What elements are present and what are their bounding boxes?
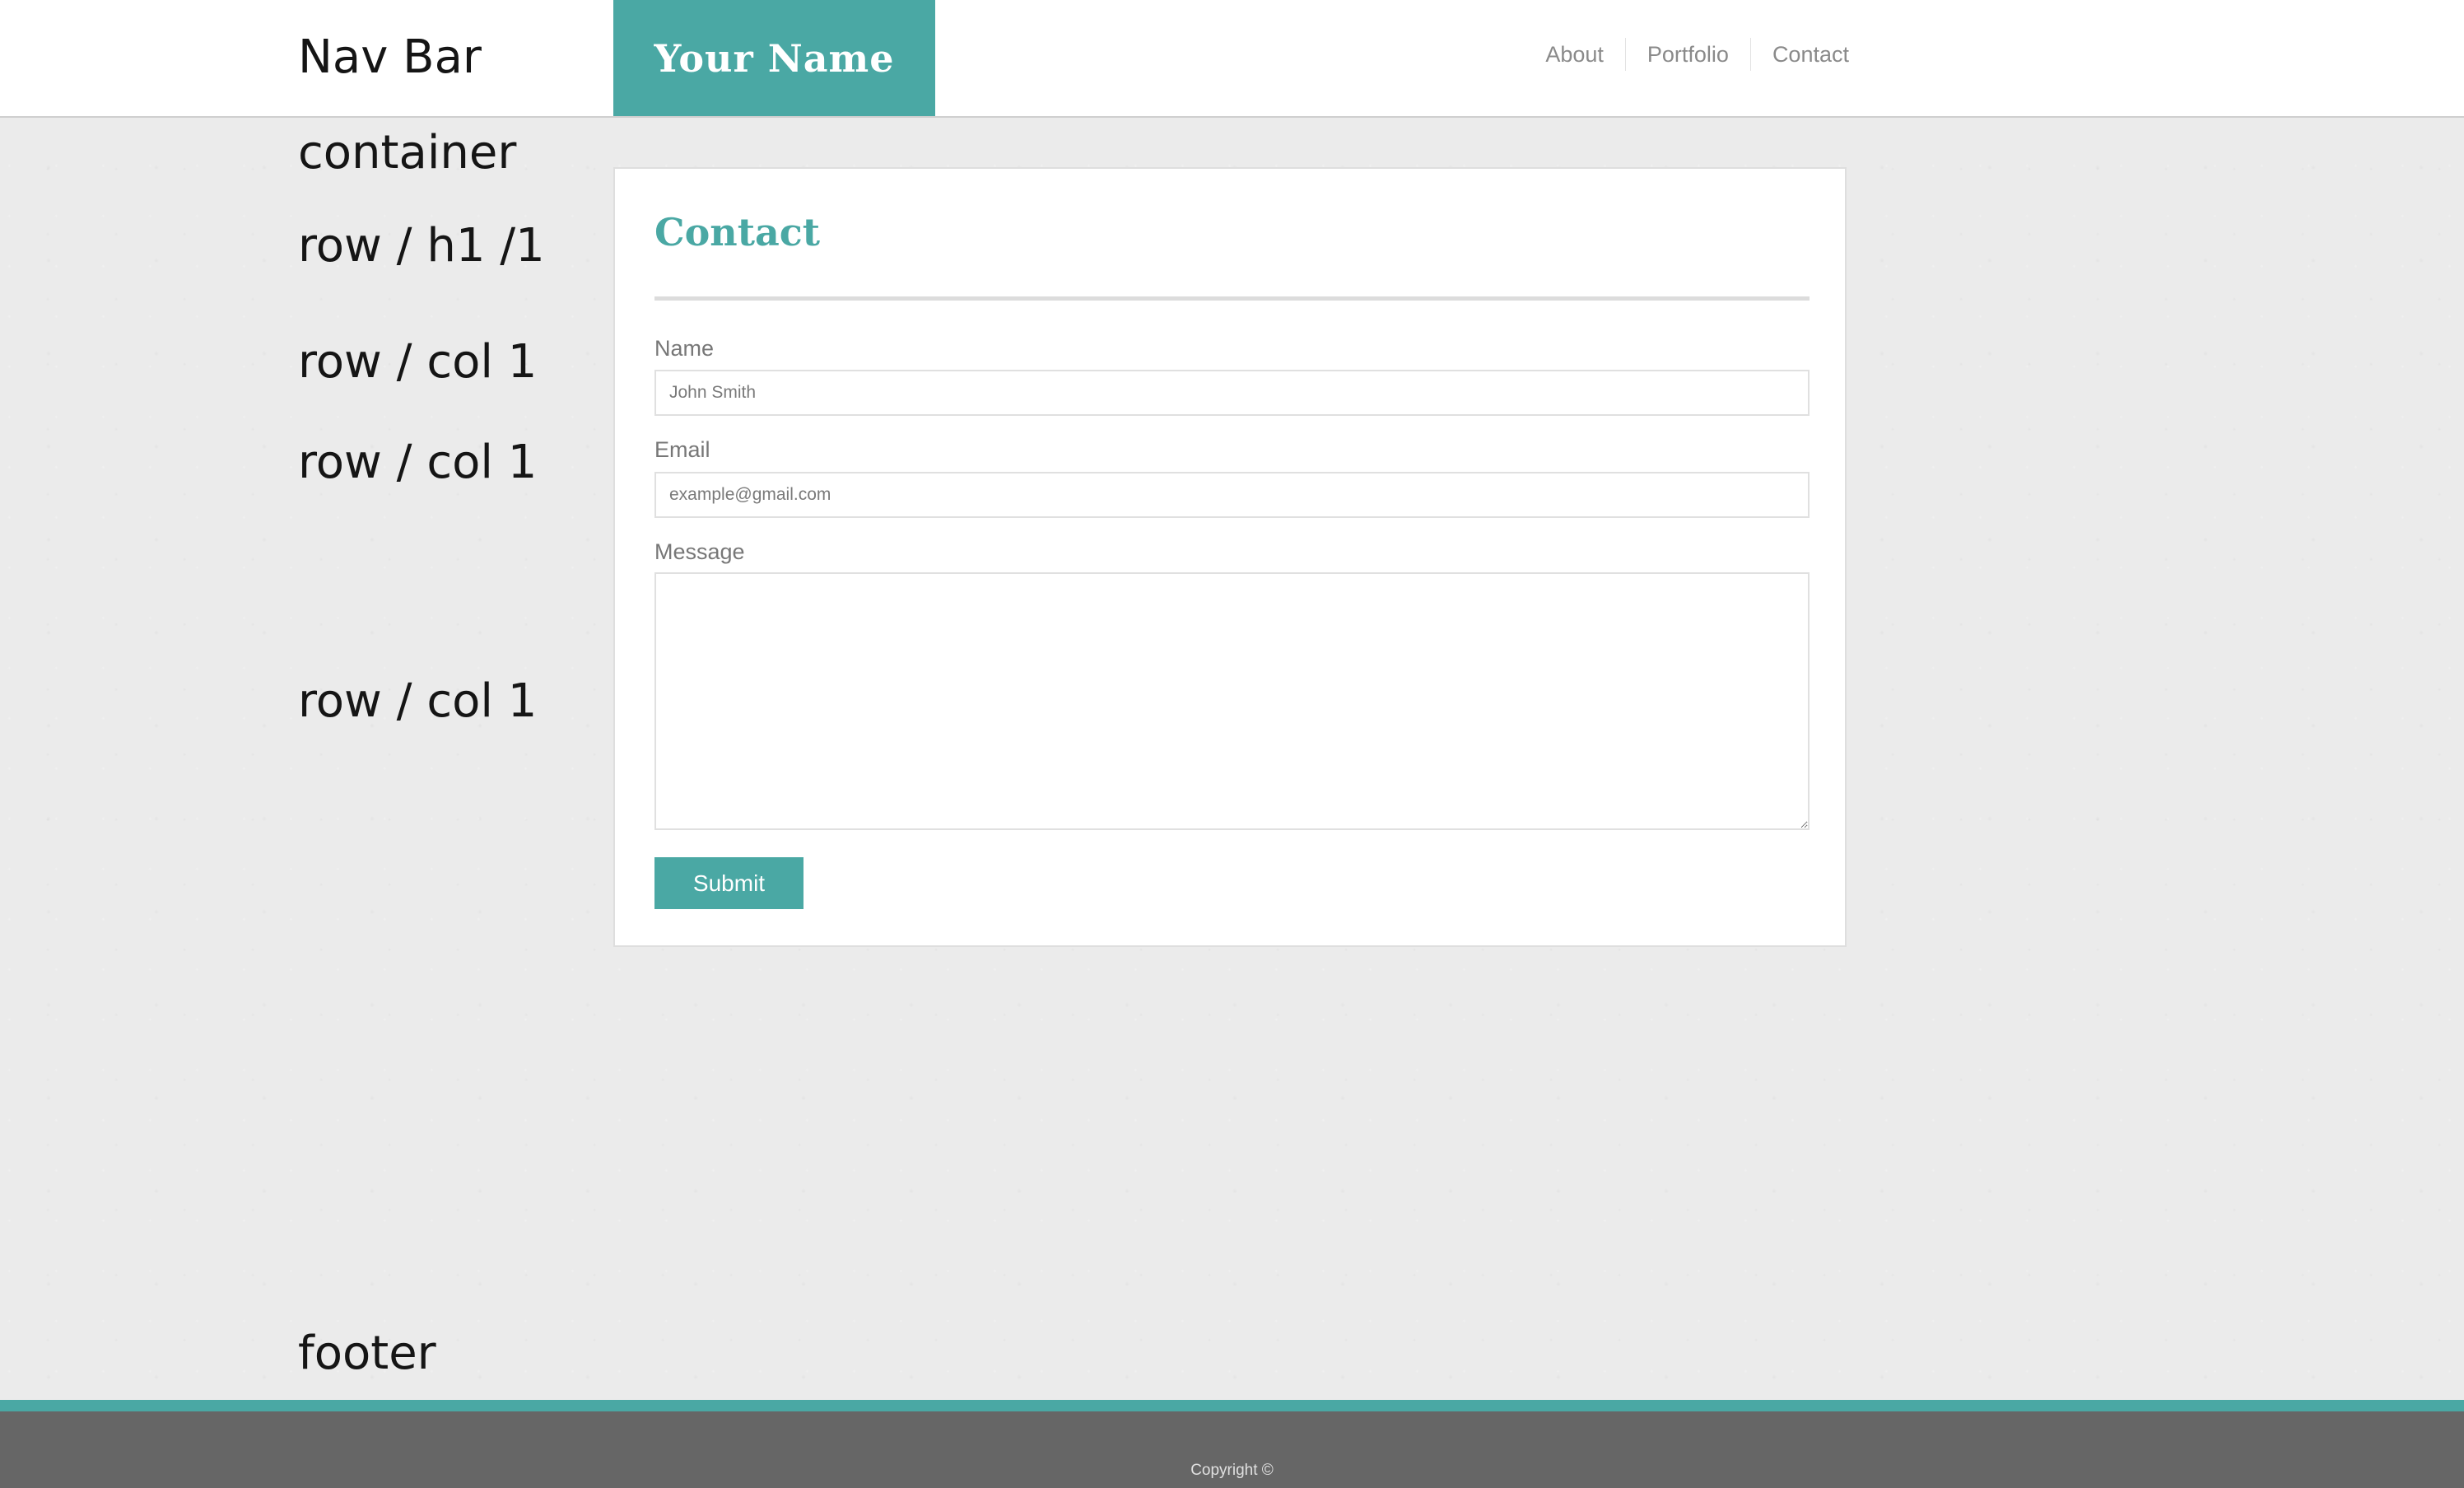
nav-links: About Portfolio Contact [1524,38,1849,71]
nav-link-about[interactable]: About [1524,38,1625,71]
page-title: Contact [654,210,821,254]
title-divider [654,296,1810,301]
brand-logo-link[interactable]: Your Name [613,0,935,116]
annotation-container: container [298,126,517,180]
footer: Copyright © [0,1411,2464,1488]
annotation-footer: footer [298,1327,436,1380]
annotation-nav-bar: Nav Bar [298,30,482,84]
annotation-row-col-message: row / col 1 [298,674,538,728]
message-textarea[interactable] [654,572,1810,830]
nav-link-contact[interactable]: Contact [1749,38,1849,71]
annotation-row-h1: row / h1 /1 [298,219,545,273]
email-field[interactable] [654,472,1810,518]
name-label: Name [654,336,715,361]
name-field[interactable] [654,370,1810,416]
annotation-row-col-email: row / col 1 [298,436,538,489]
annotation-row-col-name: row / col 1 [298,335,538,389]
email-label: Email [654,437,710,462]
contact-card: Contact Name Email Message Submit [613,167,1847,947]
copyright-text: Copyright © [1190,1462,1274,1479]
message-label: Message [654,539,745,564]
submit-button[interactable]: Submit [654,857,803,909]
nav-link-portfolio[interactable]: Portfolio [1624,38,1750,71]
footer-accent-bar [0,1400,2464,1411]
